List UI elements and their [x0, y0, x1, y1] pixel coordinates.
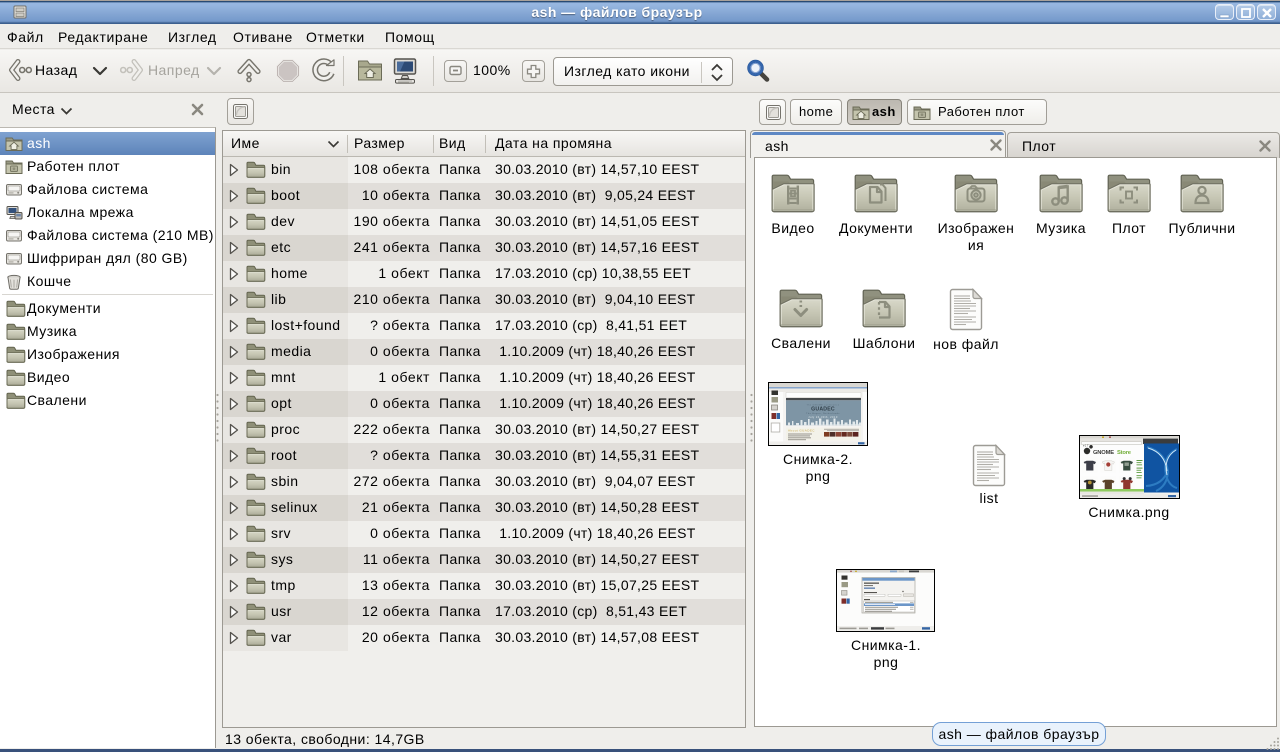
svg-text:e17: e17 — [1083, 444, 1089, 448]
svg-text:GUADEC: GUADEC — [811, 407, 835, 413]
svg-text:July 24-30th, 2010: July 24-30th, 2010 — [808, 415, 838, 419]
svg-text:The Hague, Netherlands: The Hague, Netherlands — [806, 412, 840, 415]
svg-text:Store: Store — [1117, 450, 1132, 456]
svg-text:GNOME: GNOME — [1093, 450, 1114, 456]
svg-text:About GUADEC: About GUADEC — [788, 429, 815, 433]
